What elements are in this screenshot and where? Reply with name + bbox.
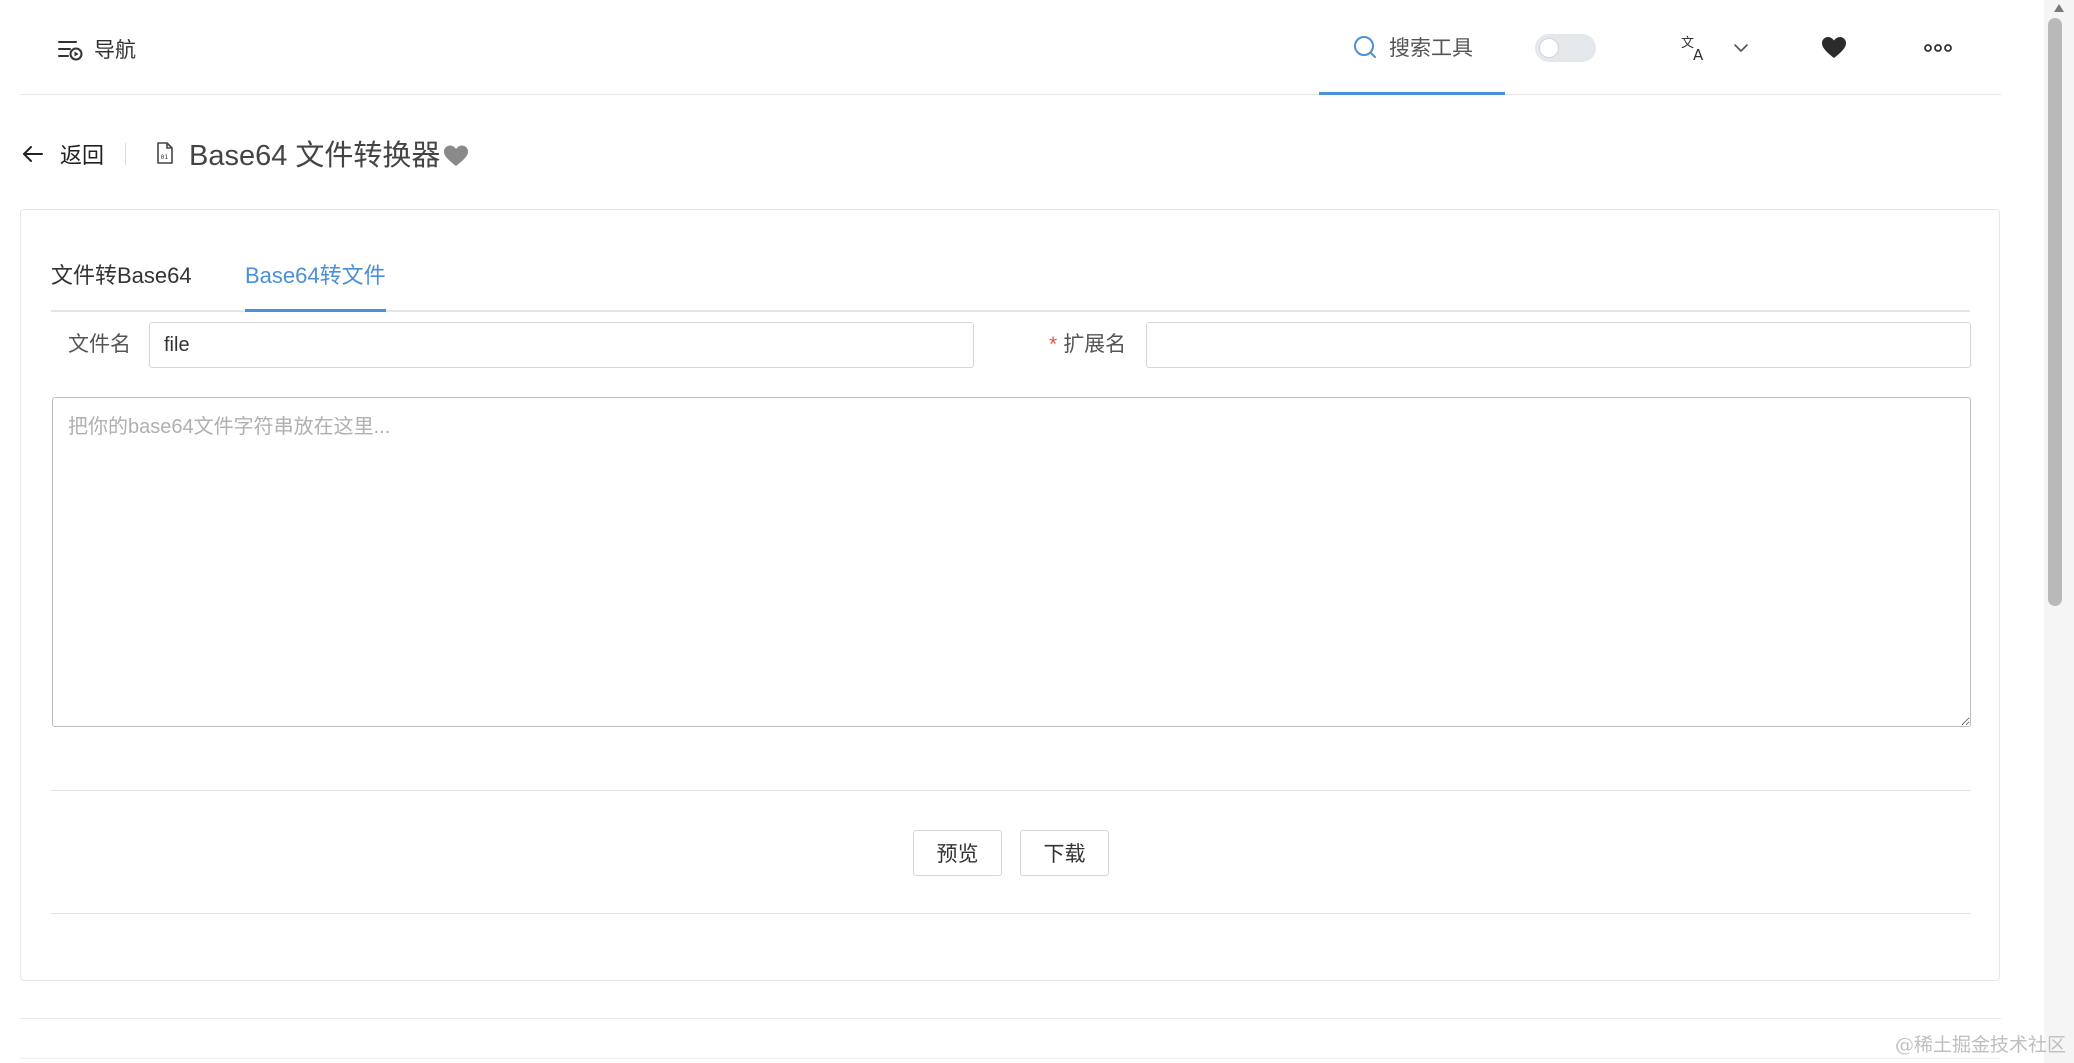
- footer-divider: [20, 1018, 2001, 1019]
- divider: [51, 913, 1971, 914]
- back-button[interactable]: 返回: [20, 136, 104, 172]
- svg-text:01: 01: [161, 153, 169, 161]
- divider: [51, 790, 1971, 791]
- footer-divider: [20, 1058, 2001, 1059]
- more-icon[interactable]: [1923, 34, 1953, 62]
- filename-label: 文件名: [68, 333, 131, 356]
- back-label: 返回: [60, 143, 105, 168]
- download-button[interactable]: 下载: [1020, 830, 1109, 876]
- preview-button[interactable]: 预览: [913, 830, 1002, 876]
- tab-file-to-base64[interactable]: 文件转Base64: [51, 250, 192, 310]
- extension-label: 扩展名: [1063, 333, 1127, 356]
- nav-toggle-button[interactable]: 导航: [56, 32, 136, 66]
- menu-play-icon: [58, 41, 83, 61]
- watermark: @稀土掘金技术社区: [1894, 1034, 2066, 1056]
- translate-icon: 文 A: [1681, 36, 1704, 63]
- add-favorite-heart-icon[interactable]: [442, 143, 470, 169]
- scroll-up-arrow-icon[interactable]: [2053, 2, 2065, 14]
- search-tools-button[interactable]: 搜索工具: [1319, 0, 1505, 95]
- nav-label: 导航: [94, 39, 136, 62]
- search-label: 搜索工具: [1389, 37, 1473, 60]
- arrow-left-icon: [23, 146, 43, 162]
- title-divider: [125, 143, 126, 165]
- extension-input[interactable]: [1146, 322, 1971, 368]
- favorites-heart-icon[interactable]: [1820, 34, 1848, 62]
- tab-bar: 文件转Base64 Base64转文件: [51, 250, 1970, 312]
- filename-input[interactable]: [149, 322, 974, 368]
- theme-toggle-switch[interactable]: [1535, 34, 1596, 62]
- switch-knob: [1539, 38, 1559, 58]
- search-active-underline: [1319, 92, 1505, 95]
- file-binary-icon: 01: [157, 142, 173, 164]
- tool-title-text: Base64 文件转换器: [189, 140, 441, 172]
- extension-label-group: * 扩展名: [1049, 322, 1126, 368]
- search-icon: [1354, 36, 1376, 58]
- tool-title: 01 Base64 文件转换器: [155, 131, 440, 175]
- page: 导航 搜索工具 文 A 返回 01 Base64 文件转换器 文件转Base64…: [0, 0, 2074, 1063]
- converter-card: 文件转Base64 Base64转文件 文件名 *扩展名 预览 下载: [20, 209, 2000, 981]
- scrollbar-thumb[interactable]: [2048, 18, 2062, 606]
- chevron-down-icon: [1734, 44, 1748, 52]
- top-bar: 导航 搜索工具 文 A: [20, 0, 2001, 95]
- base64-textarea[interactable]: [52, 397, 1971, 727]
- svg-text:A: A: [1693, 46, 1704, 63]
- tab-base64-to-file[interactable]: Base64转文件: [245, 250, 386, 312]
- required-mark: *: [1049, 333, 1058, 356]
- language-dropdown[interactable]: 文 A: [1680, 30, 1760, 66]
